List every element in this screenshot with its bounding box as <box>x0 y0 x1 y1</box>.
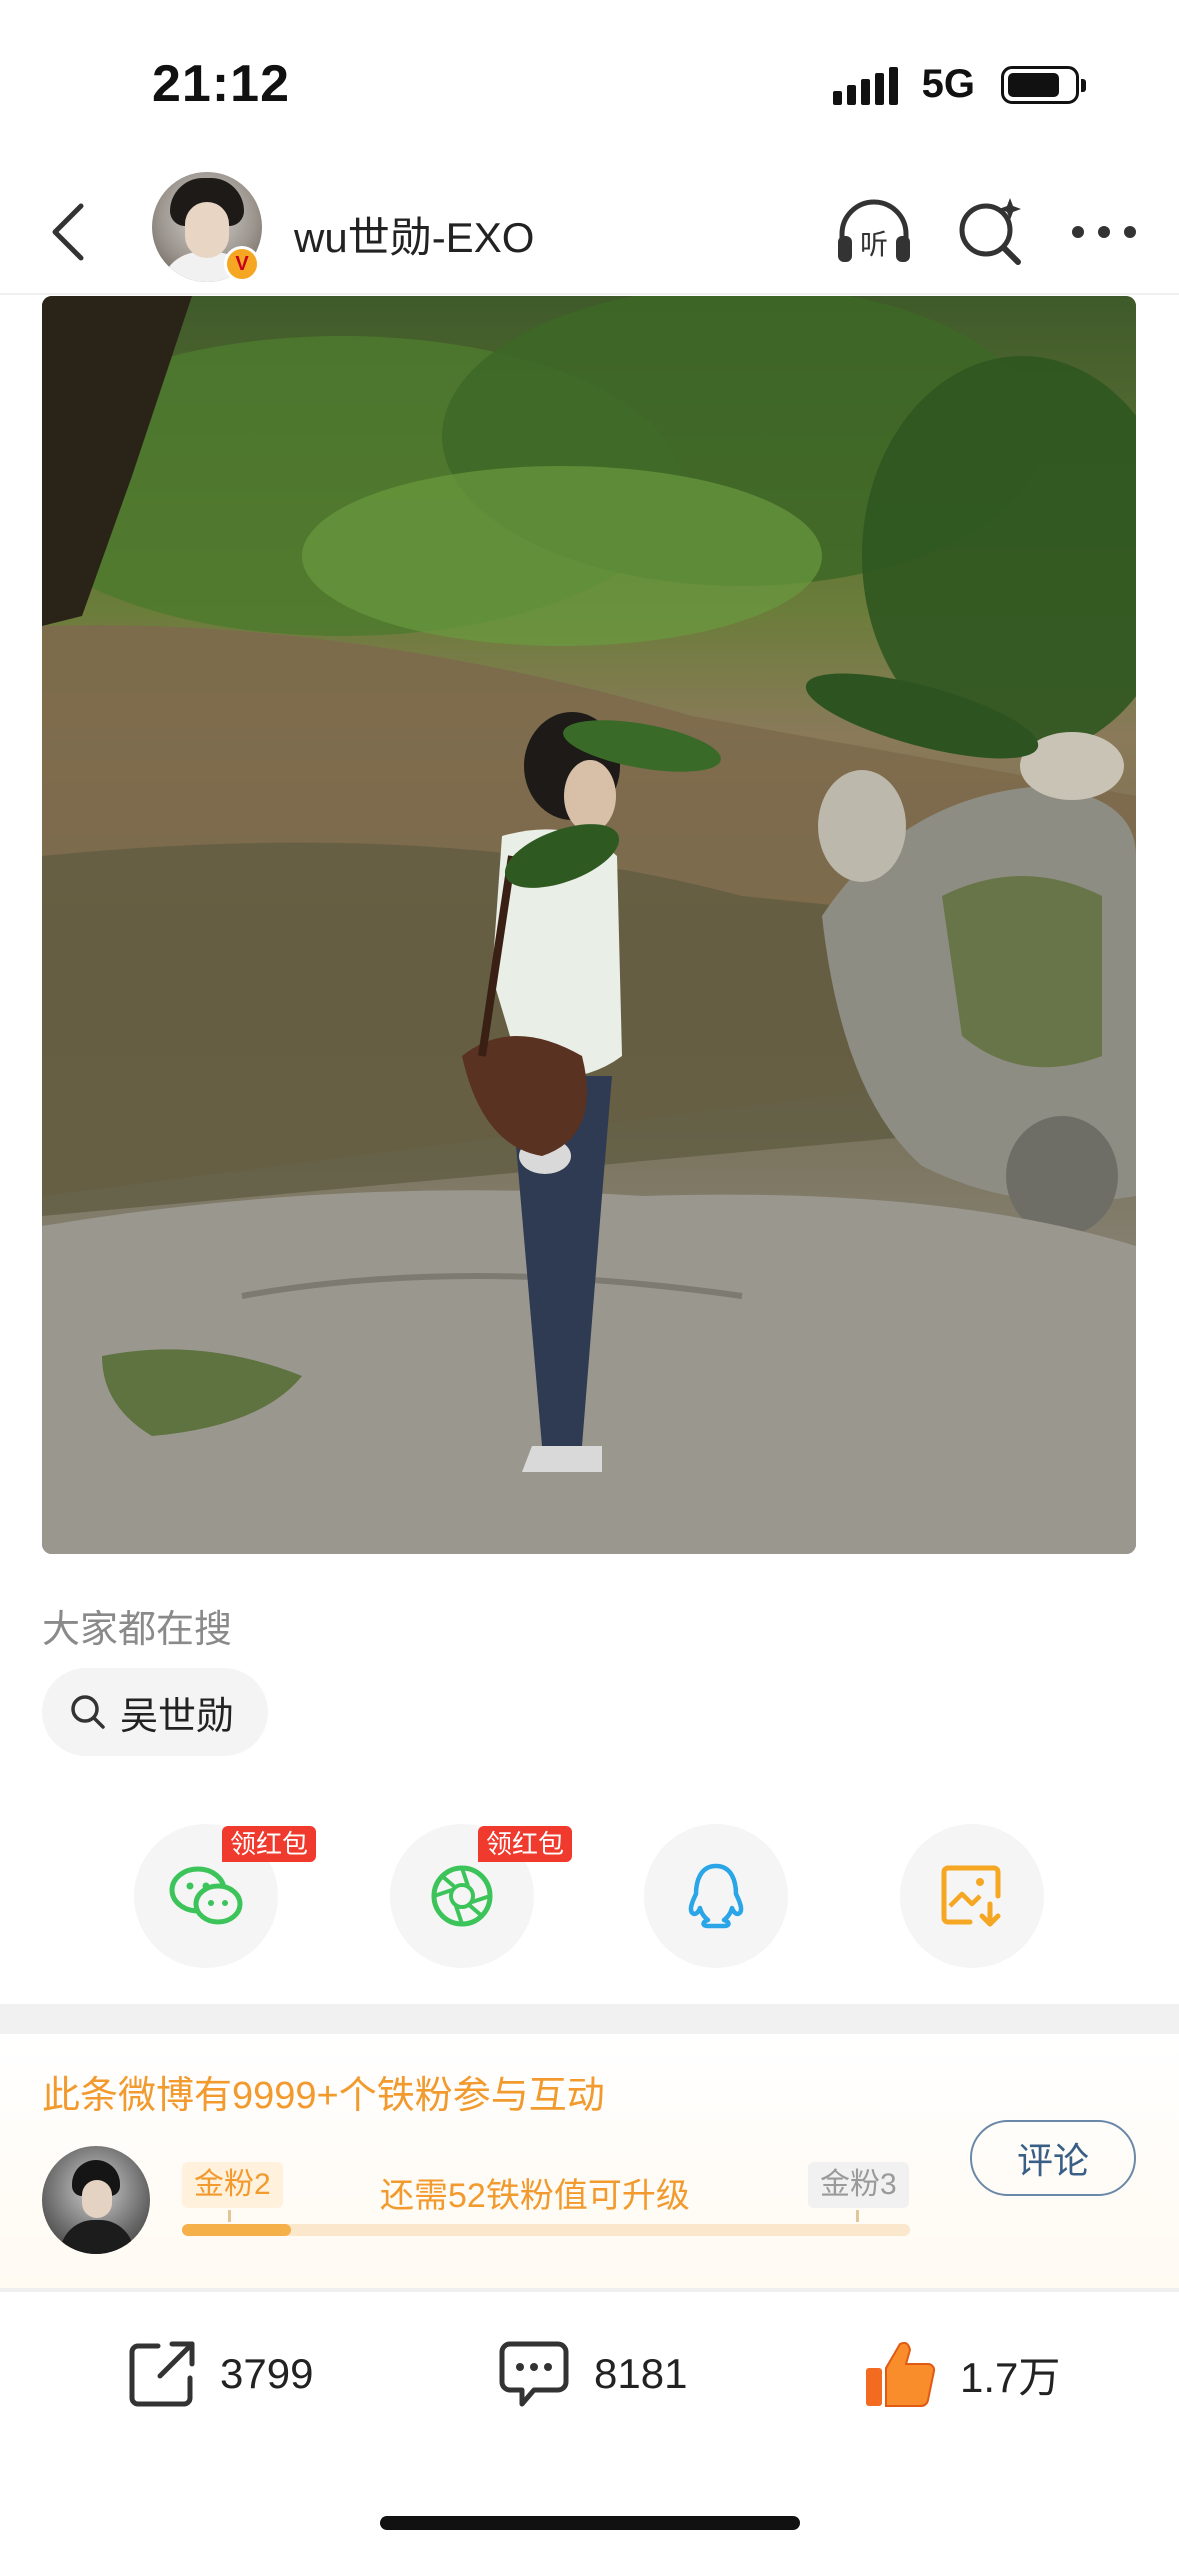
home-indicator[interactable] <box>380 2516 800 2530</box>
iron-fans-panel: 此条微博有9999+个铁粉参与互动 金粉2 还需52铁粉值可升级 金粉3 评论 <box>0 2034 1179 2288</box>
hongbao-badge-wechat: 领红包 <box>222 1826 317 1862</box>
repost-count: 3799 <box>220 2350 314 2397</box>
more-dots-icon <box>1072 226 1136 238</box>
comment-count: 8181 <box>594 2350 688 2397</box>
trending-search-title: 大家都在搜 <box>42 1609 233 1651</box>
post-header: V wu世勋-EXO 听 <box>0 170 1179 295</box>
level-progress-fill <box>182 2224 292 2236</box>
fan-avatar[interactable] <box>42 2146 150 2254</box>
repost-icon <box>129 2341 195 2407</box>
section-divider <box>0 2004 1179 2034</box>
author-name[interactable]: wu世勋-EXO <box>294 204 534 265</box>
qq-icon <box>688 1863 744 1929</box>
wechat-moments-icon <box>431 1865 493 1927</box>
upgrade-hint: 还需52铁粉值可升级 <box>380 2177 690 2215</box>
network-type: 5G <box>921 62 975 106</box>
iron-fans-title: 此条微博有9999+个铁粉参与互动 <box>42 2075 605 2117</box>
more-button[interactable] <box>1062 190 1146 274</box>
search-icon <box>71 1695 105 1729</box>
current-level-tag: 金粉2 <box>182 2162 283 2208</box>
verified-badge: V <box>224 246 260 282</box>
headphones-listen-icon: 听 <box>838 199 910 262</box>
like-button[interactable]: 1.7万 <box>860 2326 1060 2422</box>
signal-icon <box>832 65 898 105</box>
next-level-tag: 金粉3 <box>808 2162 909 2208</box>
comment-icon <box>499 2341 569 2407</box>
thumbs-up-icon <box>866 2341 936 2408</box>
search-suggestion-label: 吴世勋 <box>120 1695 235 1738</box>
battery-icon <box>1001 65 1086 104</box>
progress-tick-start <box>228 2210 231 2222</box>
post-photo[interactable] <box>42 296 1136 1554</box>
chevron-left-icon <box>52 203 84 261</box>
listen-button[interactable]: 听 <box>832 190 916 274</box>
search-suggestion-chip[interactable]: 吴世勋 <box>42 1668 269 1756</box>
search-sparkle-icon <box>959 198 1021 265</box>
save-image-icon <box>941 1865 1001 1927</box>
search-button[interactable] <box>948 190 1032 274</box>
repost-button[interactable]: 3799 <box>124 2326 313 2422</box>
like-count: 1.7万 <box>960 2353 1061 2401</box>
wechat-icon <box>169 1866 243 1925</box>
status-time: 21:12 <box>152 55 290 113</box>
back-button[interactable] <box>28 192 108 272</box>
comment-count-button[interactable]: 8181 <box>494 2326 687 2422</box>
save-image-button[interactable] <box>900 1824 1044 1968</box>
comment-button[interactable]: 评论 <box>970 2120 1136 2196</box>
status-indicators: 5G <box>832 62 1086 107</box>
photo-illustration <box>42 296 1136 1554</box>
share-qq-button[interactable] <box>644 1824 788 1968</box>
status-bar: 21:12 5G <box>0 0 1179 170</box>
hongbao-badge-moments: 领红包 <box>478 1826 573 1862</box>
progress-tick-end <box>856 2210 859 2222</box>
svg-text:听: 听 <box>860 228 888 261</box>
action-bar-divider <box>0 2288 1179 2292</box>
level-progress-bar <box>182 2224 910 2236</box>
